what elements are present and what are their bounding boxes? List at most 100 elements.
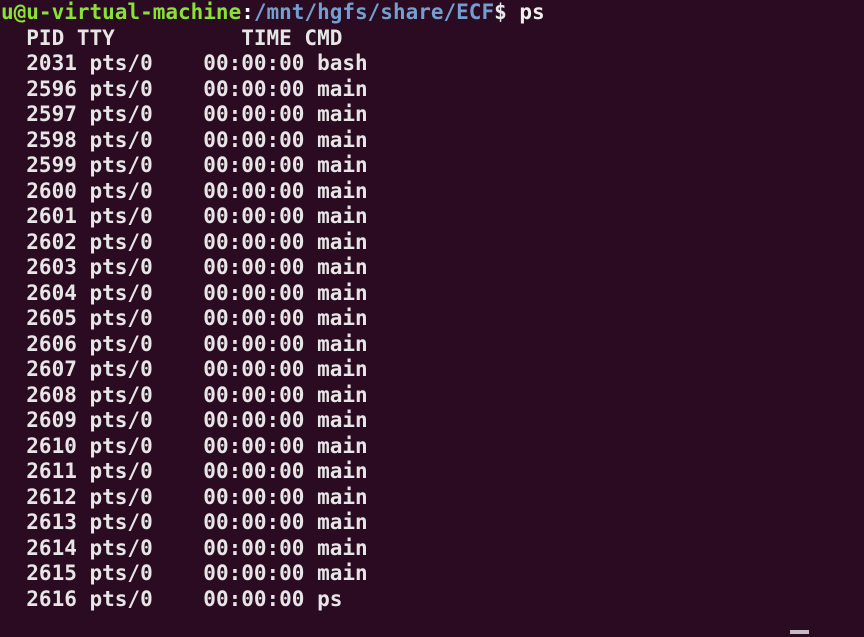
row-cmd: main <box>304 178 368 203</box>
table-row: 2615 pts/0 00:00:00 main <box>0 561 864 587</box>
row-cmd: main <box>304 535 368 560</box>
row-time: 00:00:00 <box>190 153 305 177</box>
row-tty: pts/0 <box>76 51 191 75</box>
row-tty: pts/0 <box>76 459 191 483</box>
row-cmd: main <box>304 510 368 534</box>
prompt-path: /mnt/hgfs/share/ECF <box>253 0 495 24</box>
row-tty: pts/0 <box>76 535 191 560</box>
row-tty: pts/0 <box>76 127 191 152</box>
ps-output-rows: 2031 pts/0 00:00:00 bash 2596 pts/0 00:0… <box>0 51 864 612</box>
row-time: 00:00:00 <box>190 51 305 75</box>
row-cmd: main <box>304 255 368 279</box>
row-cmd: main <box>304 459 368 483</box>
row-cmd: main <box>304 204 368 228</box>
row-time: 00:00:00 <box>190 76 305 101</box>
row-cmd: main <box>304 102 368 126</box>
row-pid: 2608 <box>1 382 77 407</box>
row-cmd: main <box>304 484 368 509</box>
row-time: 00:00:00 <box>190 433 305 458</box>
table-row: 2601 pts/0 00:00:00 main <box>0 204 864 230</box>
row-time: 00:00:00 <box>190 127 305 152</box>
prompt-line: u@u-virtual-machine:/mnt/hgfs/share/ECF$… <box>0 0 864 26</box>
row-tty: pts/0 <box>76 510 191 534</box>
row-tty: pts/0 <box>76 586 191 611</box>
row-time: 00:00:00 <box>190 510 305 534</box>
row-time: 00:00:00 <box>190 331 305 356</box>
row-cmd: main <box>304 280 368 305</box>
row-pid: 2598 <box>1 127 77 152</box>
row-tty: pts/0 <box>76 204 191 228</box>
table-row: 2600 pts/0 00:00:00 main <box>0 179 864 205</box>
row-tty: pts/0 <box>76 229 191 254</box>
row-pid: 2031 <box>1 51 77 75</box>
row-tty: pts/0 <box>76 433 191 458</box>
row-pid: 2614 <box>1 535 77 560</box>
row-cmd: main <box>304 229 368 254</box>
row-tty: pts/0 <box>76 561 191 585</box>
row-cmd: main <box>304 127 368 152</box>
row-pid: 2607 <box>1 357 77 381</box>
row-tty: pts/0 <box>76 76 191 101</box>
table-row: 2606 pts/0 00:00:00 main <box>0 332 864 358</box>
row-pid: 2606 <box>1 331 77 356</box>
row-time: 00:00:00 <box>190 102 305 126</box>
row-cmd: ps <box>304 586 343 611</box>
row-pid: 2612 <box>1 484 77 509</box>
row-time: 00:00:00 <box>190 229 305 254</box>
row-tty: pts/0 <box>76 331 191 356</box>
table-row: 2597 pts/0 00:00:00 main <box>0 102 864 128</box>
table-row: 2603 pts/0 00:00:00 main <box>0 255 864 281</box>
text-cursor <box>790 630 809 634</box>
row-time: 00:00:00 <box>190 484 305 509</box>
row-pid: 2600 <box>1 178 77 203</box>
row-time: 00:00:00 <box>190 561 305 585</box>
row-cmd: main <box>304 408 368 432</box>
table-row: 2604 pts/0 00:00:00 main <box>0 281 864 307</box>
table-row: 2614 pts/0 00:00:00 main <box>0 536 864 562</box>
row-time: 00:00:00 <box>190 382 305 407</box>
row-cmd: main <box>304 153 368 177</box>
table-row: 2613 pts/0 00:00:00 main <box>0 510 864 536</box>
row-pid: 2602 <box>1 229 77 254</box>
table-row: 2607 pts/0 00:00:00 main <box>0 357 864 383</box>
prompt-symbol: $ <box>494 0 507 24</box>
row-time: 00:00:00 <box>190 280 305 305</box>
prompt-command: ps <box>519 0 545 24</box>
table-row: 2609 pts/0 00:00:00 main <box>0 408 864 434</box>
row-pid: 2601 <box>1 204 77 228</box>
row-tty: pts/0 <box>76 280 191 305</box>
row-tty: pts/0 <box>76 255 191 279</box>
row-pid: 2604 <box>1 280 77 305</box>
row-pid: 2615 <box>1 561 77 585</box>
table-row: 2612 pts/0 00:00:00 main <box>0 485 864 511</box>
row-pid: 2596 <box>1 76 77 101</box>
row-pid: 2603 <box>1 255 77 279</box>
row-pid: 2609 <box>1 408 77 432</box>
row-cmd: main <box>304 357 368 381</box>
row-cmd: bash <box>304 51 368 75</box>
row-tty: pts/0 <box>76 484 191 509</box>
row-cmd: main <box>304 306 368 330</box>
row-tty: pts/0 <box>76 357 191 381</box>
table-row: 2031 pts/0 00:00:00 bash <box>0 51 864 77</box>
row-tty: pts/0 <box>76 408 191 432</box>
table-row: 2605 pts/0 00:00:00 main <box>0 306 864 332</box>
row-cmd: main <box>304 433 368 458</box>
row-time: 00:00:00 <box>190 357 305 381</box>
terminal-window[interactable]: u@u-virtual-machine:/mnt/hgfs/share/ECF$… <box>0 0 864 637</box>
row-time: 00:00:00 <box>190 178 305 203</box>
prompt-separator: : <box>241 0 254 24</box>
row-cmd: main <box>304 382 368 407</box>
ps-header-row: PID TTY TIME CMD <box>1 25 343 50</box>
row-pid: 2599 <box>1 153 77 177</box>
row-pid: 2611 <box>1 459 77 483</box>
row-time: 00:00:00 <box>190 255 305 279</box>
row-time: 00:00:00 <box>190 586 305 611</box>
table-row: 2616 pts/0 00:00:00 ps <box>0 587 864 613</box>
row-time: 00:00:00 <box>190 306 305 330</box>
row-cmd: main <box>304 561 368 585</box>
row-time: 00:00:00 <box>190 459 305 483</box>
row-cmd: main <box>304 331 368 356</box>
row-tty: pts/0 <box>76 306 191 330</box>
row-pid: 2610 <box>1 433 77 458</box>
